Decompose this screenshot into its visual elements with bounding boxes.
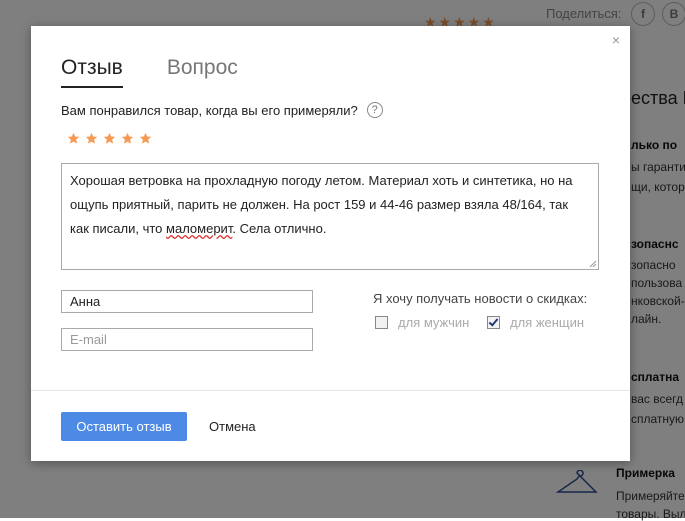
rating-question: Вам понравился товар, когда вы его приме… <box>61 102 383 118</box>
close-icon[interactable]: × <box>612 32 620 48</box>
review-text-end: . Села отлично. <box>232 221 327 236</box>
checkbox-men-label[interactable]: для мужчин <box>398 315 469 330</box>
tab-review[interactable]: Отзыв <box>61 56 123 88</box>
name-field[interactable]: Анна <box>61 290 313 313</box>
email-field[interactable]: E-mail <box>61 328 313 351</box>
star-icon[interactable] <box>85 132 98 145</box>
resize-handle-icon[interactable] <box>589 260 597 268</box>
checkbox-men-box[interactable] <box>375 316 388 329</box>
cancel-button[interactable]: Отмена <box>209 419 256 434</box>
checkbox-women[interactable]: для женщин <box>487 315 584 330</box>
help-icon[interactable]: ? <box>366 102 383 118</box>
checkbox-women-box[interactable] <box>487 316 500 329</box>
footer-divider <box>31 390 630 391</box>
review-misspelled-word: маломерит <box>166 221 233 236</box>
news-label: Я хочу получать новости о скидках: <box>373 291 588 306</box>
submit-review-button[interactable]: Оставить отзыв <box>61 412 187 441</box>
star-icon[interactable] <box>121 132 134 145</box>
checkbox-women-label[interactable]: для женщин <box>510 315 584 330</box>
star-icon[interactable] <box>103 132 116 145</box>
tab-question[interactable]: Вопрос <box>167 56 238 88</box>
checkbox-men[interactable]: для мужчин <box>375 315 469 330</box>
star-icon[interactable] <box>139 132 152 145</box>
rating-stars[interactable] <box>67 132 157 145</box>
star-icon[interactable] <box>67 132 80 145</box>
review-textarea[interactable]: Хорошая ветровка на прохладную погоду ле… <box>61 163 599 270</box>
dialog-tabs: Отзыв Вопрос <box>61 56 282 88</box>
review-dialog: × Отзыв Вопрос Вам понравился товар, ког… <box>31 26 630 461</box>
rating-question-text: Вам понравился товар, когда вы его приме… <box>61 102 358 118</box>
